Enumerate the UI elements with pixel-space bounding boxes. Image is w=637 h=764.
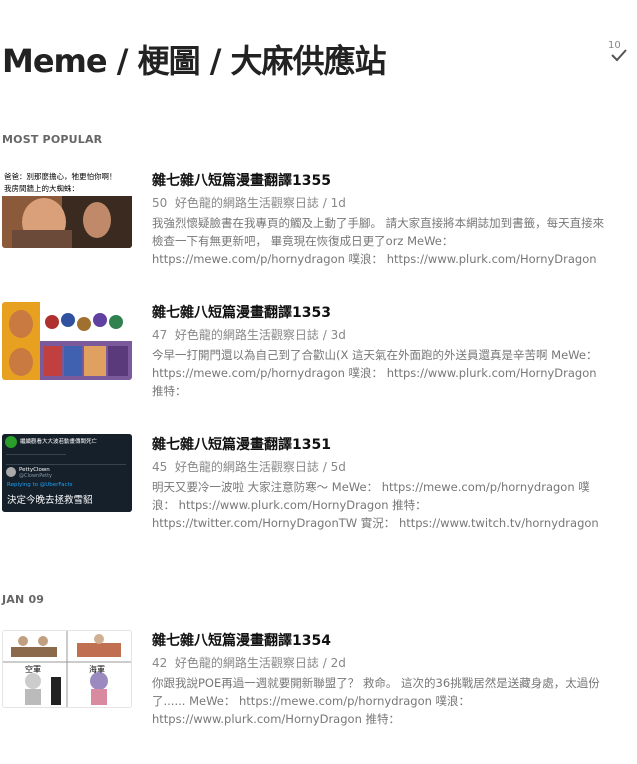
thumb-caption: 決定今晚去拯救雪貂 [7,495,93,506]
article-age: 1d [330,196,346,210]
article-age: 3d [330,328,346,342]
check-icon [611,49,627,62]
section-most-popular: MOST POPULAR [2,133,103,146]
article-excerpt: 明天又要冷一波啦 大家注意防寒～ MeWe： https://mewe.com/… [152,480,599,530]
source-name[interactable]: 好色龍的網路生活觀察日誌 [175,328,319,342]
meme-image [2,302,132,380]
article-card[interactable]: 爸爸：別那麼擔心，牠更怕你啊！ 我房間牆上的大蜘蛛： 雜七雜八短篇漫畫翻譯135… [2,170,632,286]
article-title[interactable]: 雜七雜八短篇漫畫翻譯1354 [152,630,331,650]
article-age: 5d [330,460,346,474]
section-date: JAN 09 [2,593,45,606]
article-meta: 42 好色龍的網路生活觀察日誌 / 2d [152,656,346,670]
thumb-caption: Replying to @UberFacts [7,482,73,488]
thumb-caption: 繼續觀看大大波若動畫傳聞死亡 [20,439,98,445]
comic-image [3,631,131,707]
article-age: 2d [330,656,346,670]
article-thumbnail[interactable]: 空軍 海軍 [2,630,132,708]
engagement-count: 47 [152,328,168,342]
article-card[interactable]: 繼續觀看大大波若動畫傳聞死亡 PettyClown @ClownPetty Re… [2,434,632,550]
article-thumbnail[interactable] [2,302,132,380]
source-name[interactable]: 好色龍的網路生活觀察日誌 [175,196,319,210]
article-title[interactable]: 雜七雜八短篇漫畫翻譯1351 [152,434,331,454]
article-meta: 47 好色龍的網路生活觀察日誌 / 3d [152,328,346,342]
article-card[interactable]: 空軍 海軍 雜七雜八短篇漫畫翻譯1354 42 好色龍的網路生活觀察日誌 / 2… [2,630,632,746]
source-name[interactable]: 好色龍的網路生活觀察日誌 [175,460,319,474]
thumb-caption: 爸爸：別那麼擔心，牠更怕你啊！ [4,172,117,181]
article-excerpt: 我強烈懷疑臉書在我專頁的觸及上動了手腳。 請大家直接將本網誌加到書籤，每天直接來… [152,216,605,266]
article-meta: 45 好色龍的網路生活觀察日誌 / 5d [152,460,346,474]
article-thumbnail[interactable]: 爸爸：別那麼擔心，牠更怕你啊！ 我房間牆上的大蜘蛛： [2,170,132,248]
article-title[interactable]: 雜七雜八短篇漫畫翻譯1355 [152,170,331,190]
mark-all-read-button[interactable]: 10 [606,40,632,68]
thumb-caption: @ClownPetty [19,473,52,479]
thumb-caption: 我房間牆上的大蜘蛛： [4,184,79,193]
engagement-count: 45 [152,460,168,474]
thumb-caption: 海軍 [89,665,105,674]
article-thumbnail[interactable]: 繼續觀看大大波若動畫傳聞死亡 PettyClown @ClownPetty Re… [2,434,132,512]
thumb-caption: 空軍 [25,665,41,674]
article-excerpt: 今早一打開門還以為自己到了合歡山(X 這天氣在外面跑的外送員還真是辛苦啊 MeW… [152,348,598,398]
page-title: Meme / 梗圖 / 大麻供應站 [2,42,387,80]
source-name[interactable]: 好色龍的網路生活觀察日誌 [175,656,319,670]
article-card[interactable]: 雜七雜八短篇漫畫翻譯1353 47 好色龍的網路生活觀察日誌 / 3d 今早一打… [2,302,632,418]
engagement-count: 42 [152,656,168,670]
article-title[interactable]: 雜七雜八短篇漫畫翻譯1353 [152,302,331,322]
article-meta: 50 好色龍的網路生活觀察日誌 / 1d [152,196,346,210]
engagement-count: 50 [152,196,168,210]
article-excerpt: 你跟我說POE再過一週就要開新聯盟了？ 救命。 這次的36挑戰居然是送藏身處，太… [152,676,600,726]
